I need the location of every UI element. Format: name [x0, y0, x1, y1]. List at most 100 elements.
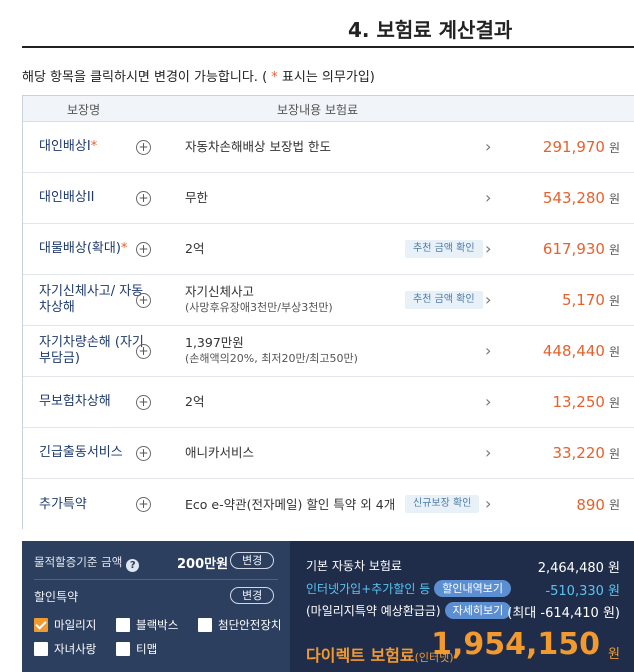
discount-label: 인터넷가입+추가할인 등	[306, 582, 431, 596]
chevron-right-icon[interactable]: ›	[485, 240, 491, 258]
notice-prefix: 해당 항목을 클릭하시면 변경이 가능합니다. (	[22, 70, 268, 85]
coverage-name-text: 대인배상II	[39, 190, 95, 205]
coverage-name: 긴급출동서비스	[39, 428, 144, 478]
expand-plus-icon[interactable]: +	[136, 344, 151, 359]
coverage-table: 보장명 보장내용 보험료 대인배상I* + 자동차손해배상 보장법 한도 › 291,9…	[22, 95, 634, 529]
property-change-button[interactable]: 변경	[230, 552, 275, 569]
chevron-right-icon[interactable]: ›	[485, 189, 491, 207]
table-row[interactable]: 대인배상I* + 자동차손해배상 보장법 한도 › 291,970 원	[23, 122, 634, 173]
premium-amount: 33,220 원	[552, 428, 620, 478]
base-premium-label: 기본 자동차 보험료	[306, 559, 402, 573]
base-premium-value: 2,464,480 원	[537, 561, 620, 576]
coverage-name-text: 자기신체사고/ 자동차상해	[39, 284, 144, 315]
discount-option[interactable]: 첨단안전장치	[198, 617, 281, 633]
premium-amount-unit: 원	[608, 191, 620, 206]
table-row[interactable]: 자기차량손해 (자기부담금) +1,397만원 (손해액의20%, 최저20만/최고…	[23, 326, 634, 377]
mileage-details-button[interactable]: 자세히보기	[444, 602, 512, 619]
notice-suffix: 표시는 의무가입)	[281, 70, 375, 85]
coverage-name: 자기차량손해 (자기부담금)	[39, 326, 144, 376]
discount-option[interactable]: 티맵	[116, 641, 157, 657]
chevron-right-icon[interactable]: ›	[485, 138, 491, 156]
expand-plus-icon[interactable]: +	[136, 293, 151, 308]
checkbox-icon[interactable]	[116, 642, 130, 656]
expand-plus-icon[interactable]: +	[136, 446, 151, 461]
premium-amount-value: 5,170	[562, 291, 605, 309]
premium-amount-unit: 원	[608, 446, 620, 461]
coverage-detail-main: 자동차손해배상 보장법 한도	[185, 139, 331, 154]
table-row[interactable]: 자기신체사고/ 자동차상해 + 자기신체사고 (사망후유장애3천만/부상3천만) 추천 …	[23, 275, 634, 326]
premium-amount: 543,280 원	[543, 173, 620, 223]
coverage-name-text: 무보험차상해	[39, 394, 111, 409]
premium-summary-panel: 기본 자동차 보험료 2,464,480 원 인터넷가입+추가할인 등 할인내역보…	[290, 541, 634, 672]
premium-amount-unit: 원	[608, 395, 620, 410]
discount-change-button[interactable]: 변경	[230, 587, 275, 604]
checkbox-icon[interactable]	[116, 618, 130, 632]
coverage-detail-main: 애니카서비스	[185, 445, 255, 460]
premium-amount-unit: 원	[608, 344, 620, 359]
premium-amount-value: 890	[576, 495, 605, 514]
expand-plus-icon[interactable]: +	[136, 140, 151, 155]
recommend-badge[interactable]: 추천 금액 확인	[405, 291, 483, 309]
options-panel: 물적할증기준 금액? 200만원 변경 할인특약 변경 마일리지 블랙박스 첨단안전…	[22, 541, 290, 672]
discount-option-label: 첨단안전장치	[218, 618, 282, 632]
discount-option[interactable]: 자녀사랑	[34, 641, 96, 657]
title-divider	[22, 46, 634, 48]
discount-option[interactable]: 블랙박스	[116, 617, 178, 633]
coverage-detail-main: 자기신체사고	[185, 284, 255, 299]
coverage-detail: 자동차손해배상 보장법 한도	[185, 122, 331, 172]
table-row[interactable]: 대물배상(확대)* +2억 추천 금액 확인 › 617,930 원	[23, 224, 634, 275]
coverage-detail-main: 2억	[185, 394, 205, 409]
discount-details-button[interactable]: 할인내역보기	[434, 580, 512, 597]
notice-star: *	[267, 70, 282, 85]
recommend-badge[interactable]: 추천 금액 확인	[405, 240, 483, 258]
recommend-badge[interactable]: 신규보장 확인	[405, 495, 480, 513]
premium-amount: 448,440 원	[543, 326, 620, 376]
chevron-right-icon[interactable]: ›	[485, 444, 491, 462]
checkbox-icon[interactable]	[34, 618, 48, 632]
coverage-name-text: 자기차량손해 (자기부담금)	[39, 335, 144, 366]
coverage-detail: 애니카서비스	[185, 428, 254, 478]
table-row[interactable]: 무보험차상해 +2억 › 13,250 원	[23, 377, 634, 428]
chevron-right-icon[interactable]: ›	[485, 342, 491, 360]
coverage-name-text: 대물배상(확대)	[39, 241, 121, 256]
chevron-right-icon[interactable]: ›	[485, 495, 491, 513]
expand-plus-icon[interactable]: +	[136, 395, 151, 410]
expand-plus-icon[interactable]: +	[136, 497, 151, 512]
help-icon[interactable]: ?	[126, 559, 140, 572]
premium-amount-value: 33,220	[552, 444, 605, 462]
property-threshold-text: 물적할증기준 금액	[34, 555, 123, 569]
table-row[interactable]: 긴급출동서비스 + 애니카서비스 › 33,220 원	[23, 428, 634, 479]
discount-option-label: 자녀사랑	[54, 642, 97, 656]
coverage-detail: 2억	[185, 377, 204, 427]
coverage-detail: 무한	[185, 173, 208, 223]
premium-amount-unit: 원	[608, 242, 620, 257]
checkbox-icon[interactable]	[34, 642, 48, 656]
panel-divider	[34, 579, 278, 580]
header-coverage-name: 보장명	[67, 103, 101, 117]
header-coverage-detail: 보장내용 보험료	[277, 103, 359, 117]
coverage-detail-main: 1,397만원	[185, 335, 244, 350]
table-row[interactable]: 대인배상II + 무한 › 543,280 원	[23, 173, 634, 224]
coverage-detail-sub: (손해액의20%, 최저20만/최고50만)	[185, 352, 358, 365]
discount-option-label: 티맵	[136, 642, 158, 656]
premium-amount-value: 448,440	[542, 342, 605, 360]
expand-plus-icon[interactable]: +	[136, 242, 151, 257]
required-mark: *	[120, 241, 128, 256]
coverage-name: 대인배상I*	[39, 122, 144, 172]
coverage-detail-main: 2억	[185, 241, 205, 256]
chevron-right-icon[interactable]: ›	[485, 291, 491, 309]
coverage-detail: Eco e-약관(전자메일) 할인 특약 외 4개	[185, 479, 395, 530]
coverage-detail: 자기신체사고 (사망후유장애3천만/부상3천만)	[185, 275, 333, 325]
coverage-name-text: 긴급출동서비스	[39, 445, 123, 460]
mileage-value: (최대 -614,410 원)	[507, 606, 620, 621]
chevron-right-icon[interactable]: ›	[485, 393, 491, 411]
premium-amount-unit: 원	[608, 140, 620, 155]
discount-option[interactable]: 마일리지	[34, 617, 96, 633]
checkbox-icon[interactable]	[198, 618, 212, 632]
total-label-text: 다이렉트 보험료	[306, 646, 415, 665]
table-row[interactable]: 추가특약 + Eco e-약관(전자메일) 할인 특약 외 4개 신규보장 확인 › 89…	[23, 479, 634, 530]
premium-amount: 5,170 원	[562, 275, 620, 325]
page-title: 4. 보험료 계산결과	[348, 18, 513, 42]
premium-amount-value: 543,280	[542, 189, 605, 207]
expand-plus-icon[interactable]: +	[136, 191, 151, 206]
